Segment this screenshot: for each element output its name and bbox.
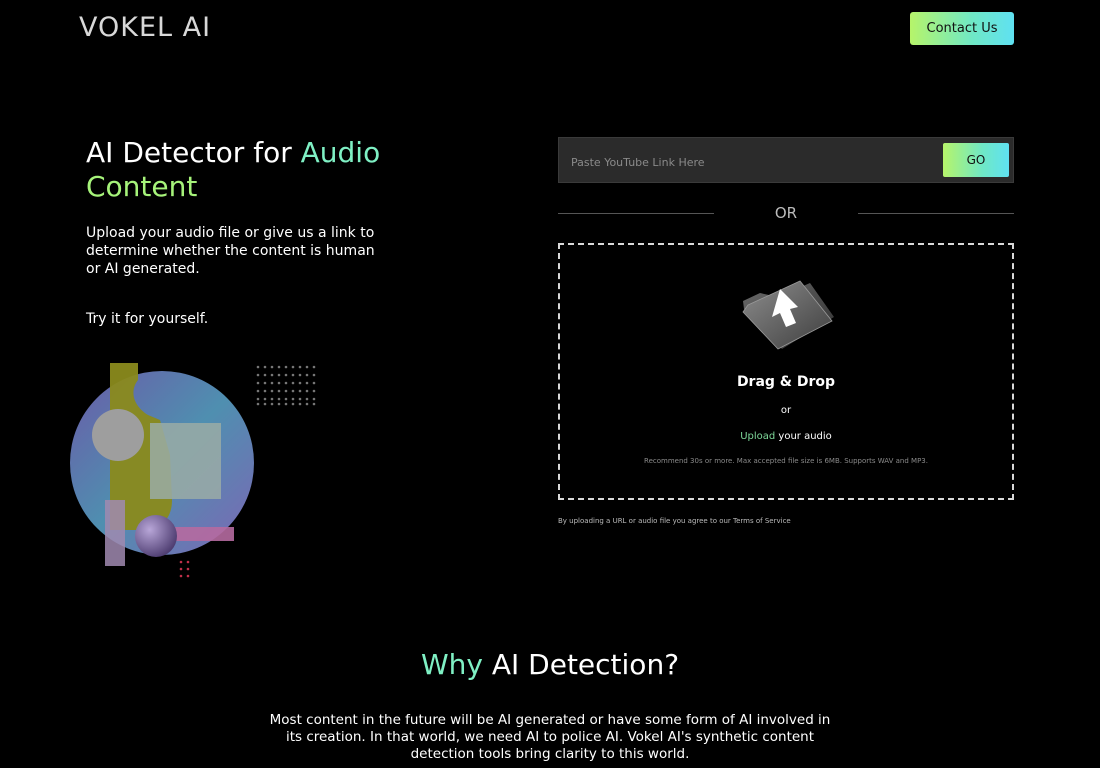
hero-description: Upload your audio file or give us a link…	[86, 225, 375, 277]
upload-link[interactable]: Upload	[740, 431, 775, 442]
upload-suffix: your audio	[775, 431, 832, 442]
contact-us-button[interactable]: Contact Us	[910, 12, 1014, 45]
hero-title: AI Detector for Audio Content	[86, 136, 446, 204]
url-form: GO	[558, 137, 1014, 183]
abstract-illustration	[70, 363, 316, 578]
why-section-title: Why AI Detection?	[0, 648, 1100, 681]
why-title-rest: AI Detection?	[482, 648, 680, 681]
go-button[interactable]: GO	[943, 143, 1009, 177]
illustration-grey-circle	[92, 409, 144, 461]
illustration-grey-square	[150, 423, 221, 499]
hero-title-accent-audio: Audio	[300, 136, 381, 169]
hero-title-prefix: AI Detector for	[86, 136, 301, 169]
illustration-dot-grid	[256, 365, 316, 406]
upload-line: Upload your audio	[560, 431, 1012, 442]
illustration-red-dots	[179, 560, 190, 578]
dropzone-or-label: or	[780, 405, 792, 416]
why-section-text: Most content in the future will be AI ge…	[269, 712, 831, 762]
folder-upload-icon	[742, 280, 834, 350]
terms-notice: By uploading a URL or audio file you agr…	[558, 517, 791, 525]
hero-try-text: Try it for yourself.	[86, 311, 209, 327]
illustration-pink-bar	[172, 527, 234, 541]
divider-line-right	[858, 213, 1014, 214]
or-divider: OR	[558, 204, 1014, 224]
drag-drop-title: Drag & Drop	[736, 374, 836, 390]
file-requirements-note: Recommend 30s or more. Max accepted file…	[644, 457, 928, 465]
file-dropzone[interactable]: Drag & Drop or Upload your audio Recomme…	[558, 243, 1014, 500]
youtube-link-input[interactable]	[569, 146, 938, 178]
logo[interactable]: VOKEL AI	[79, 12, 211, 43]
why-title-accent: Why	[420, 648, 483, 681]
hero-title-accent-content: Content	[86, 170, 198, 203]
illustration-vertical-bar	[105, 500, 125, 566]
